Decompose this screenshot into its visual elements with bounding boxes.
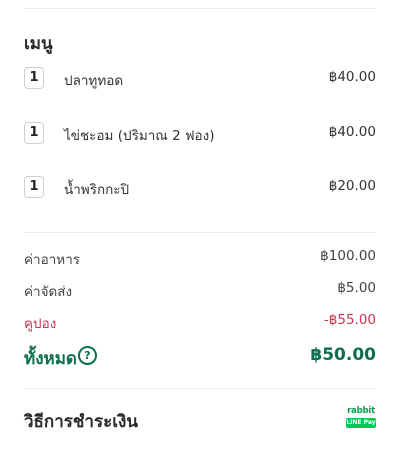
payment-method-title: วิธีการชำระเงิน bbox=[24, 412, 138, 432]
logo-badge-text: LINE Pay bbox=[346, 418, 376, 428]
item-name: น้ำพริกกะปิ bbox=[64, 182, 130, 198]
total-label: ทั้งหมด bbox=[24, 349, 77, 369]
rabbit-line-pay-logo[interactable]: rabbit LINE Pay bbox=[346, 406, 376, 432]
question-circle-icon[interactable]: ? bbox=[78, 346, 97, 365]
delivery-fee-row: ค่าจัดส่ง ฿5.00 bbox=[24, 280, 376, 300]
logo-brand-text: rabbit bbox=[347, 406, 375, 416]
item-quantity: 1 bbox=[24, 122, 44, 144]
item-price: ฿20.00 bbox=[328, 178, 376, 194]
coupon-row: คูปอง -฿55.00 bbox=[24, 312, 376, 332]
item-quantity: 1 bbox=[24, 176, 44, 198]
delivery-fee-value: ฿5.00 bbox=[337, 280, 376, 296]
coupon-value: -฿55.00 bbox=[323, 312, 376, 328]
total-row: ทั้งหมด ? ฿50.00 bbox=[24, 345, 376, 369]
item-quantity: 1 bbox=[24, 67, 44, 89]
top-divider bbox=[24, 8, 376, 9]
food-cost-value: ฿100.00 bbox=[320, 248, 376, 264]
delivery-fee-label: ค่าจัดส่ง bbox=[24, 284, 73, 300]
food-cost-row: ค่าอาหาร ฿100.00 bbox=[24, 248, 376, 268]
item-price: ฿40.00 bbox=[328, 124, 376, 140]
item-price: ฿40.00 bbox=[328, 69, 376, 85]
menu-item: 1 น้ำพริกกะปิ ฿20.00 bbox=[24, 176, 376, 200]
menu-item: 1 ปลาทูทอด ฿40.00 bbox=[24, 67, 376, 91]
summary-divider bbox=[24, 388, 376, 389]
total-value: ฿50.00 bbox=[310, 345, 376, 365]
coupon-label: คูปอง bbox=[24, 316, 57, 332]
food-cost-label: ค่าอาหาร bbox=[24, 252, 81, 268]
menu-divider bbox=[24, 232, 376, 233]
menu-item: 1 ไข่ชะอม (ปริมาณ 2 ฟอง) ฿40.00 bbox=[24, 122, 376, 146]
item-name: ปลาทูทอด bbox=[64, 73, 124, 89]
menu-section-title: เมนู bbox=[24, 34, 53, 54]
item-name: ไข่ชะอม (ปริมาณ 2 ฟอง) bbox=[64, 128, 215, 144]
